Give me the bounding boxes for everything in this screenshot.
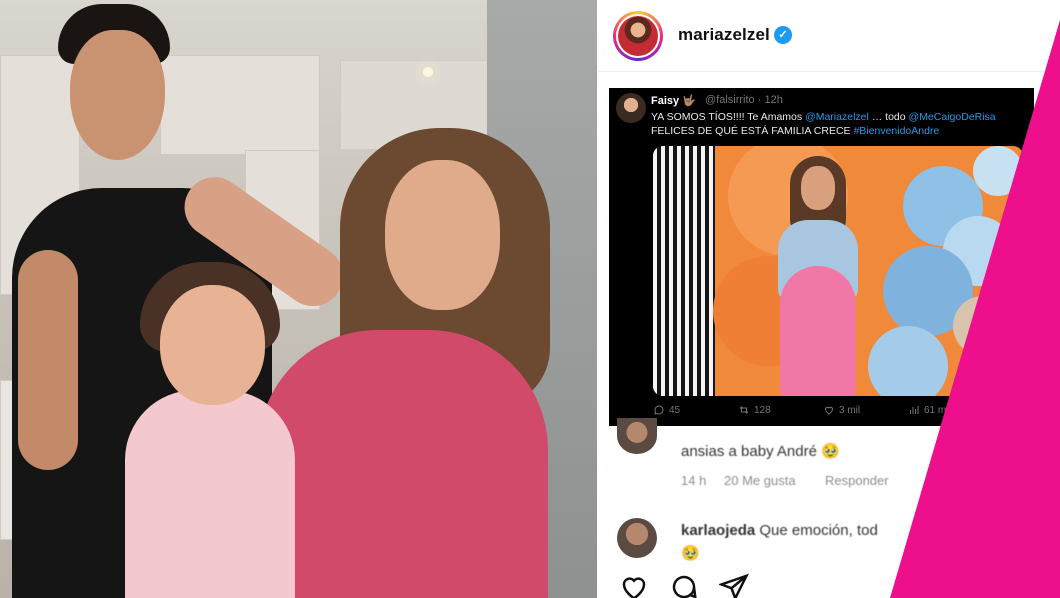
wall-cabinet [160,55,320,155]
reply-count: 45 [653,404,680,416]
tweet-actions: 45 128 3 mil 61 mil [653,404,1023,420]
comment-text: ansias a baby André 🥹 [681,443,840,460]
family-photo [0,0,597,598]
tweet-image [653,146,1023,396]
share-icon[interactable] [719,572,749,598]
man-arm [18,250,78,470]
instagram-post: mariazelzel ✓ Faisy 🤟🏽 @falsirrito · 12h… [597,0,1060,598]
pregnant-woman [768,156,868,396]
woman-pink-dress [258,330,548,598]
comment-likes[interactable]: 20 Me gusta [724,473,796,488]
comment-avatar[interactable] [617,418,657,454]
girl-face [160,285,265,405]
retweet-icon [739,406,749,414]
comment-avatar[interactable] [617,518,657,558]
comment-text-continued: 🥹 [681,545,700,562]
comment-text: karlaojeda Que emoción, tod [681,522,878,539]
verified-badge-icon: ✓ [774,26,792,44]
tweet-handle: @falsirrito · 12h [705,94,783,106]
tweet-avatar [616,93,646,123]
reply-link[interactable]: Responder [825,473,889,488]
avatar [618,16,658,56]
reply-icon [654,405,664,415]
views-icon [910,406,919,414]
girl-pink-top [125,390,295,598]
like-icon [824,406,834,415]
post-header: mariazelzel ✓ [597,0,1060,72]
tweet-text: YA SOMOS TÍOS!!!! Te Amamos @Mariazelzel… [651,111,996,137]
ceiling-light [423,67,433,77]
woman-face [385,160,500,310]
man-face [70,30,165,160]
view-count: 61 mil [908,404,951,416]
like-count: 3 mil [823,404,860,416]
retweet-count: 128 [738,404,771,416]
comment-icon[interactable] [669,572,699,598]
tweet-screenshot: Faisy 🤟🏽 @falsirrito · 12h YA SOMOS TÍOS… [609,88,1034,426]
comment-time: 14 h [681,473,707,488]
heart-icon[interactable] [619,572,649,598]
story-avatar[interactable] [613,11,663,61]
tweet-author: Faisy 🤟🏽 [651,95,696,107]
username[interactable]: mariazelzel [678,25,770,45]
striped-backdrop [653,146,715,396]
